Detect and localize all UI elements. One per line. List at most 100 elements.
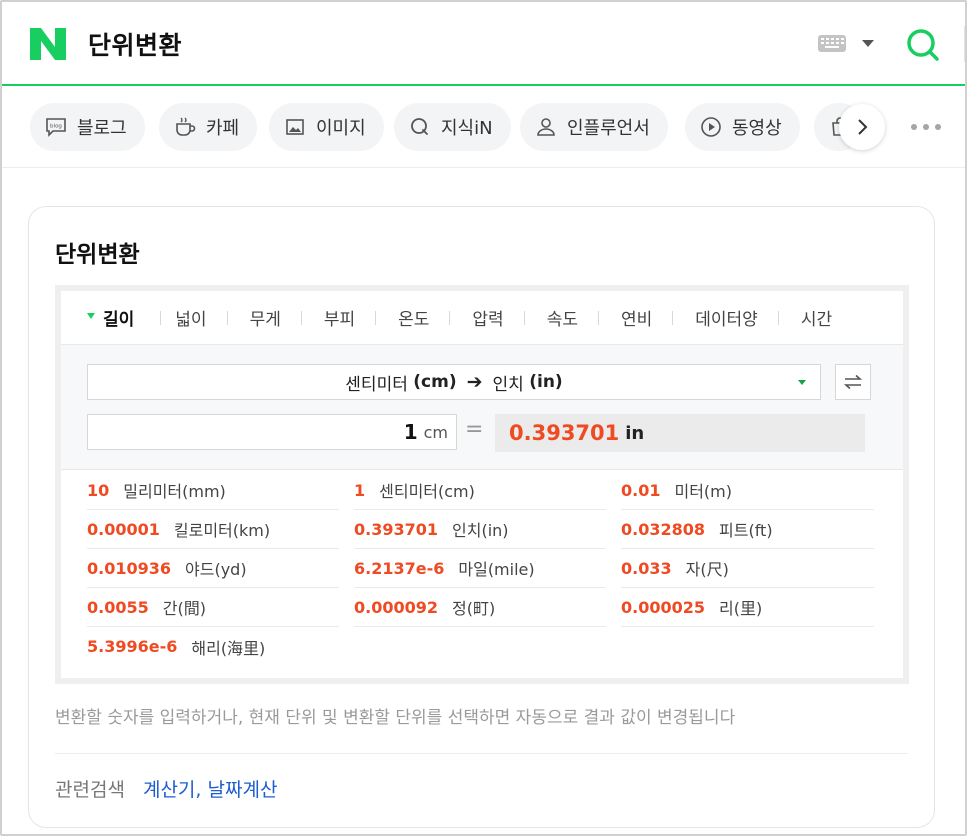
tab-influencer[interactable]: 인플루언서 <box>520 103 668 151</box>
person-icon <box>537 118 555 136</box>
result-unit: 자(尺) <box>685 560 729 579</box>
tab-influencer-label: 인플루언서 <box>567 118 650 139</box>
card-title: 단위변환 <box>55 242 140 268</box>
input-value-field[interactable]: 1 cm <box>87 414 457 450</box>
result-value: 0.00001 <box>87 519 160 539</box>
conversion-controls: 센티미터 (cm) ➔ 인치 (in) 1 cm = 0.393701 in <box>61 345 903 470</box>
related-link-date-calc[interactable]: 날짜계산 <box>208 779 278 801</box>
category-separator <box>777 310 779 325</box>
category-separator <box>226 310 228 325</box>
result-value: 6.2137e-6 <box>354 558 445 578</box>
tab-video[interactable]: 동영상 <box>685 103 800 151</box>
input-unit: cm <box>423 422 448 442</box>
image-icon <box>286 119 304 135</box>
result-item: 0.000092 정(町) <box>354 588 606 627</box>
related-searches: 관련검색 계산기, 날짜계산 <box>55 775 277 802</box>
blog-icon: blog <box>46 118 66 137</box>
result-item: 6.2137e-6 마일(mile) <box>354 549 606 588</box>
swap-icon <box>843 374 863 390</box>
result-unit: 인치(in) <box>452 521 509 540</box>
play-icon <box>701 117 721 137</box>
tab-blog[interactable]: blog 블로그 <box>30 103 145 151</box>
category-separator <box>449 310 451 325</box>
tabs-next-button[interactable] <box>839 104 885 150</box>
result-value: 0.010936 <box>87 558 172 578</box>
category-fuel-efficiency[interactable]: 연비 <box>621 305 652 330</box>
unit-converter-card: 단위변환 길이 넓이 무게 부피 온도 압력 속도 연비 데이터양 시간 센티미… <box>28 206 935 828</box>
header-divider <box>964 26 965 62</box>
category-weight[interactable]: 무게 <box>250 305 281 330</box>
to-unit-name: 인치 <box>492 374 524 395</box>
more-options-icon[interactable] <box>911 123 941 131</box>
output-value-field: 0.393701 in <box>495 414 865 452</box>
result-item: 0.0055 간(間) <box>87 588 339 627</box>
tab-kin[interactable]: 지식iN <box>394 103 511 151</box>
result-unit: 해리(海里) <box>191 638 266 658</box>
equals-sign: = <box>465 417 484 442</box>
result-unit: 피트(ft) <box>719 521 773 540</box>
naver-logo[interactable] <box>30 28 66 60</box>
category-temperature[interactable]: 온도 <box>398 305 429 330</box>
from-unit-name: 센티미터 <box>345 374 408 395</box>
result-unit: 마일(mile) <box>458 560 535 579</box>
tab-image[interactable]: 이미지 <box>269 103 384 151</box>
unit-selector[interactable]: 센티미터 (cm) ➔ 인치 (in) <box>87 364 821 400</box>
result-value: 0.393701 <box>354 519 439 539</box>
category-time[interactable]: 시간 <box>801 305 832 330</box>
search-header: 단위변환 <box>2 2 965 86</box>
tab-kin-label: 지식iN <box>441 118 493 139</box>
result-value: 5.3996e-6 <box>87 637 178 656</box>
category-tabs: 길이 넓이 무게 부피 온도 압력 속도 연비 데이터양 시간 <box>61 291 903 345</box>
result-unit: 야드(yd) <box>185 560 247 579</box>
output-value: 0.393701 <box>509 421 620 445</box>
category-separator <box>300 310 302 325</box>
result-item: 0.033 자(尺) <box>621 549 874 588</box>
result-unit: 간(間) <box>162 599 206 618</box>
result-unit: 센티미터(cm) <box>379 482 475 501</box>
result-item: 0.01 미터(m) <box>621 471 874 510</box>
chevron-down-icon <box>798 380 806 385</box>
search-icon[interactable] <box>904 26 942 64</box>
input-value: 1 <box>403 420 418 444</box>
tab-image-label: 이미지 <box>316 118 366 139</box>
to-unit-symbol: (in) <box>529 372 563 392</box>
category-area[interactable]: 넓이 <box>175 305 206 330</box>
result-item: 10 밀리미터(mm) <box>87 471 339 510</box>
search-tabs: blog 블로그 카페 이미지 지식iN 인플루언서 동영상 <box>0 88 967 168</box>
tab-cafe[interactable]: 카페 <box>159 103 258 151</box>
chevron-right-icon <box>858 119 868 135</box>
result-item: 0.393701 인치(in) <box>354 510 606 549</box>
search-query[interactable]: 단위변환 <box>88 26 182 62</box>
related-link-calculator[interactable]: 계산기, <box>143 779 201 801</box>
cafe-icon <box>176 117 196 136</box>
result-value: 0.000025 <box>621 597 706 617</box>
result-value: 0.033 <box>621 558 672 578</box>
result-unit: 리(里) <box>719 599 763 618</box>
keyboard-icon[interactable] <box>818 35 846 52</box>
category-separator <box>597 310 599 325</box>
category-length[interactable]: 길이 <box>86 305 134 330</box>
category-speed[interactable]: 속도 <box>547 305 578 330</box>
result-value: 0.0055 <box>87 597 149 617</box>
category-separator <box>160 310 162 325</box>
result-value: 1 <box>354 480 366 500</box>
category-pressure[interactable]: 압력 <box>472 305 503 330</box>
result-item: 0.032808 피트(ft) <box>621 510 874 549</box>
result-value: 0.032808 <box>621 519 706 539</box>
category-separator <box>523 310 525 325</box>
kin-icon <box>411 118 428 135</box>
related-label: 관련검색 <box>55 779 125 801</box>
category-data[interactable]: 데이터양 <box>695 305 758 330</box>
category-separator <box>375 310 377 325</box>
category-volume[interactable]: 부피 <box>324 305 355 330</box>
category-separator <box>672 310 674 325</box>
result-item: 0.000025 리(里) <box>621 588 874 627</box>
from-unit-symbol: (cm) <box>413 372 457 392</box>
chevron-down-icon[interactable] <box>862 40 874 47</box>
divider <box>55 753 908 754</box>
result-unit: 미터(m) <box>674 482 732 501</box>
swap-units-button[interactable] <box>835 364 871 400</box>
result-value: 0.01 <box>621 480 661 500</box>
result-unit: 밀리미터(mm) <box>123 482 226 501</box>
result-value: 10 <box>87 480 110 500</box>
